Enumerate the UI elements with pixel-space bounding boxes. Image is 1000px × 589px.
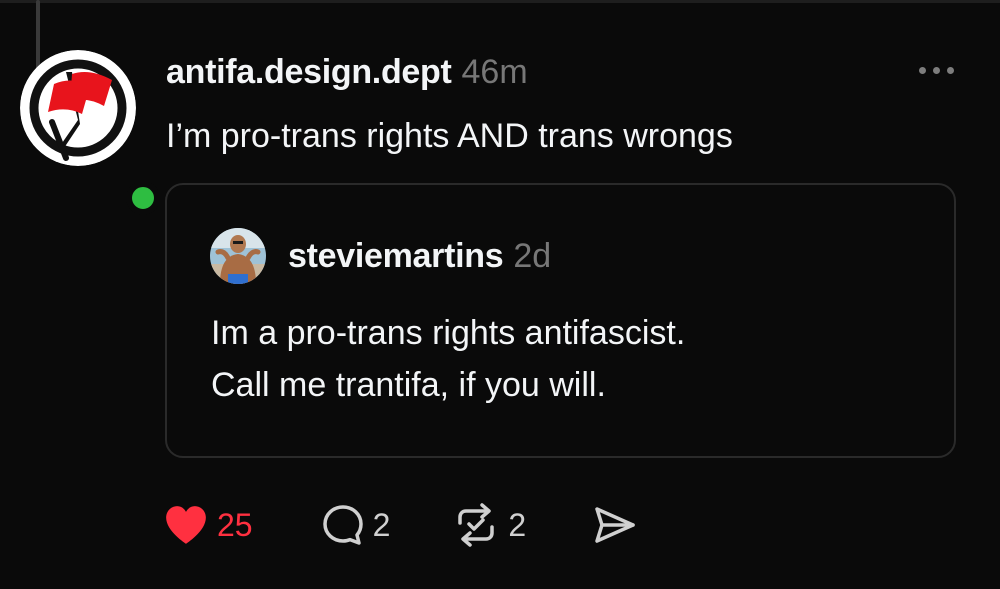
quoted-post-line: Im a pro-trans rights antifascist.: [211, 314, 686, 352]
post-header: antifa.design.dept 46m: [166, 50, 528, 101]
comment-bubble-icon: [322, 505, 363, 545]
post-body-text: I’m pro-trans rights AND trans wrongs: [166, 117, 733, 155]
author-avatar[interactable]: [20, 50, 160, 215]
reply-count: 2: [372, 506, 391, 543]
like-button[interactable]: 25: [163, 500, 253, 550]
reply-button[interactable]: 2: [321, 500, 391, 550]
quoted-post-card[interactable]: steviemartins 2d Im a pro-trans rights an…: [165, 183, 956, 458]
like-count: 25: [217, 506, 253, 543]
author-username[interactable]: antifa.design.dept: [166, 53, 452, 91]
post-action-bar: 25 2 2: [163, 500, 638, 550]
quoted-author-avatar[interactable]: [210, 228, 266, 284]
repost-button[interactable]: 2: [452, 500, 526, 550]
quoted-post-timestamp: 2d: [513, 237, 552, 275]
person-photo-icon: [210, 228, 266, 284]
divider: [0, 0, 1000, 3]
online-status-indicator: [126, 181, 160, 215]
quoted-author-username[interactable]: steviemartins: [288, 237, 504, 275]
quoted-post-body: Im a pro-trans rights antifascist. Call …: [211, 307, 685, 411]
repost-icon: [458, 503, 495, 547]
quoted-post-line: Call me trantifa, if you will.: [211, 366, 606, 404]
send-icon: [595, 507, 635, 543]
more-options-icon[interactable]: [906, 58, 966, 82]
quoted-post-header: steviemartins 2d: [288, 235, 551, 284]
heart-icon: [166, 506, 206, 544]
thread-post: antifa.design.dept 46m I’m pro-trans righ…: [0, 0, 1000, 589]
share-button[interactable]: [592, 500, 638, 550]
repost-count: 2: [508, 506, 527, 543]
antifa-flag-logo-icon: [20, 50, 136, 166]
post-timestamp: 46m: [461, 53, 528, 91]
